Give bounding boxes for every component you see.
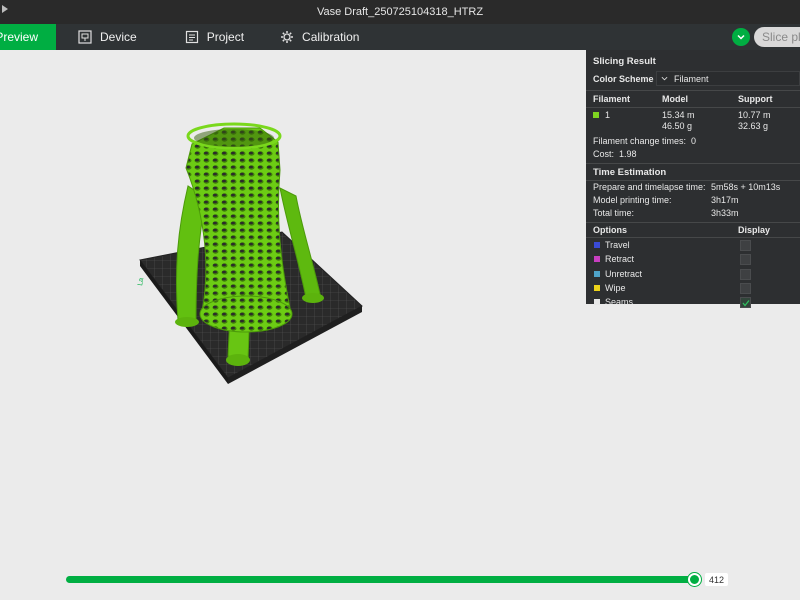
project-icon (185, 30, 199, 44)
options-header-row: Options Display (586, 223, 800, 237)
support-weight: 32.63 g (738, 121, 769, 131)
color-scheme-label: Color Scheme (593, 74, 654, 84)
display-header: Display (738, 225, 771, 235)
unretract-display-checkbox[interactable] (740, 268, 751, 280)
tab-device[interactable]: Device (64, 24, 151, 50)
slice-controls: Slice pla (732, 24, 800, 50)
option-row-wipe: Wipe (586, 281, 800, 295)
travel-color-swatch (594, 242, 600, 248)
color-scheme-value: Filament (674, 73, 709, 84)
layer-slider-value: 412 (705, 573, 729, 586)
option-row-retract: Retract (586, 252, 800, 266)
options-list: Travel Retract Unretract Wipe Seams (586, 238, 800, 309)
travel-display-checkbox[interactable] (740, 240, 751, 251)
filament-change-label: Filament change times: (593, 135, 687, 146)
seams-color-swatch (594, 299, 600, 306)
filament-row: 1 15.34 m 46.50 g 10.77 m 32.63 g (586, 108, 800, 134)
time-estimation-title: Time Estimation (593, 167, 667, 178)
options-header: Options (593, 225, 627, 235)
layer-slider-handle[interactable] (688, 573, 701, 586)
model-length: 15.34 m (662, 110, 695, 120)
filament-table-header: Filament Model Support (586, 91, 800, 107)
prepare-time-value: 5m58s + 10m13s (711, 182, 781, 192)
tab-project[interactable]: Project (171, 24, 258, 50)
svg-text:La: La (137, 277, 145, 286)
unretract-color-swatch (594, 270, 600, 277)
chevron-down-icon (661, 76, 668, 81)
wipe-color-swatch (594, 284, 600, 291)
tab-calibration-label: Calibration (302, 30, 360, 44)
model-time-label: Model printing time: (593, 195, 672, 205)
tab-preview-label: Preview (0, 30, 38, 44)
seams-display-checkbox[interactable] (740, 297, 751, 309)
model-header: Model (662, 94, 688, 104)
tab-calibration[interactable]: Calibration (266, 24, 373, 50)
cost-row: Cost: 1.98 (586, 147, 800, 160)
option-row-travel: Travel (586, 238, 800, 252)
option-label: Travel (605, 240, 630, 250)
filament-id: 1 (605, 110, 611, 120)
slicing-result-panel: Slicing Result Color Scheme Filament Fil… (586, 50, 800, 309)
tab-preview[interactable]: Preview (0, 24, 56, 50)
retract-display-checkbox[interactable] (740, 254, 751, 266)
option-label: Seams (605, 297, 634, 308)
prepare-time-row: Prepare and timelapse time: 5m58s + 10m1… (586, 181, 800, 194)
back-arrow-icon[interactable] (2, 5, 8, 13)
slice-dropdown-button[interactable] (732, 28, 750, 46)
option-label: Unretract (605, 268, 643, 279)
support-header: Support (738, 94, 773, 104)
calibration-icon (280, 30, 294, 44)
option-row-seams: Seams (586, 295, 800, 309)
filament-header: Filament (593, 94, 631, 104)
option-label: Wipe (605, 282, 626, 293)
cost-label: Cost: (593, 148, 615, 159)
window-title: Vase Draft_250725104318_HTRZ (316, 6, 484, 18)
wipe-display-checkbox[interactable] (740, 282, 751, 294)
model-time-row: Model printing time: 3h17m (586, 194, 800, 207)
checkmark-icon (742, 300, 750, 307)
option-row-unretract: Unretract (586, 267, 800, 281)
total-time-value: 3h33m (711, 208, 739, 218)
option-label: Retract (605, 254, 635, 265)
main-tab-bar: Preview Device Project Calibration Slice… (0, 24, 800, 50)
cost-value: 1.98 (619, 148, 637, 159)
layer-slider-track[interactable] (66, 576, 698, 583)
tab-device-label: Device (100, 30, 137, 44)
support-length: 10.77 m (738, 110, 771, 120)
sliced-vase-model[interactable]: La (130, 108, 370, 388)
device-icon (78, 30, 92, 44)
model-time-value: 3h17m (711, 195, 739, 205)
chevron-down-icon (737, 34, 745, 40)
filament-color-swatch (593, 112, 599, 118)
slice-plate-button[interactable]: Slice pla (754, 27, 800, 47)
retract-color-swatch (594, 256, 600, 263)
title-bar: Vase Draft_250725104318_HTRZ (0, 0, 800, 24)
color-scheme-select[interactable]: Filament (656, 71, 800, 86)
tab-project-label: Project (206, 30, 245, 44)
filament-change-row: Filament change times: 0 (586, 134, 800, 147)
total-time-row: Total time: 3h33m (586, 207, 800, 220)
filament-change-value: 0 (691, 135, 697, 146)
panel-title: Slicing Result (593, 56, 656, 67)
model-weight: 46.50 g (662, 121, 693, 131)
prepare-time-label: Prepare and timelapse time: (593, 182, 706, 192)
total-time-label: Total time: (593, 208, 635, 218)
